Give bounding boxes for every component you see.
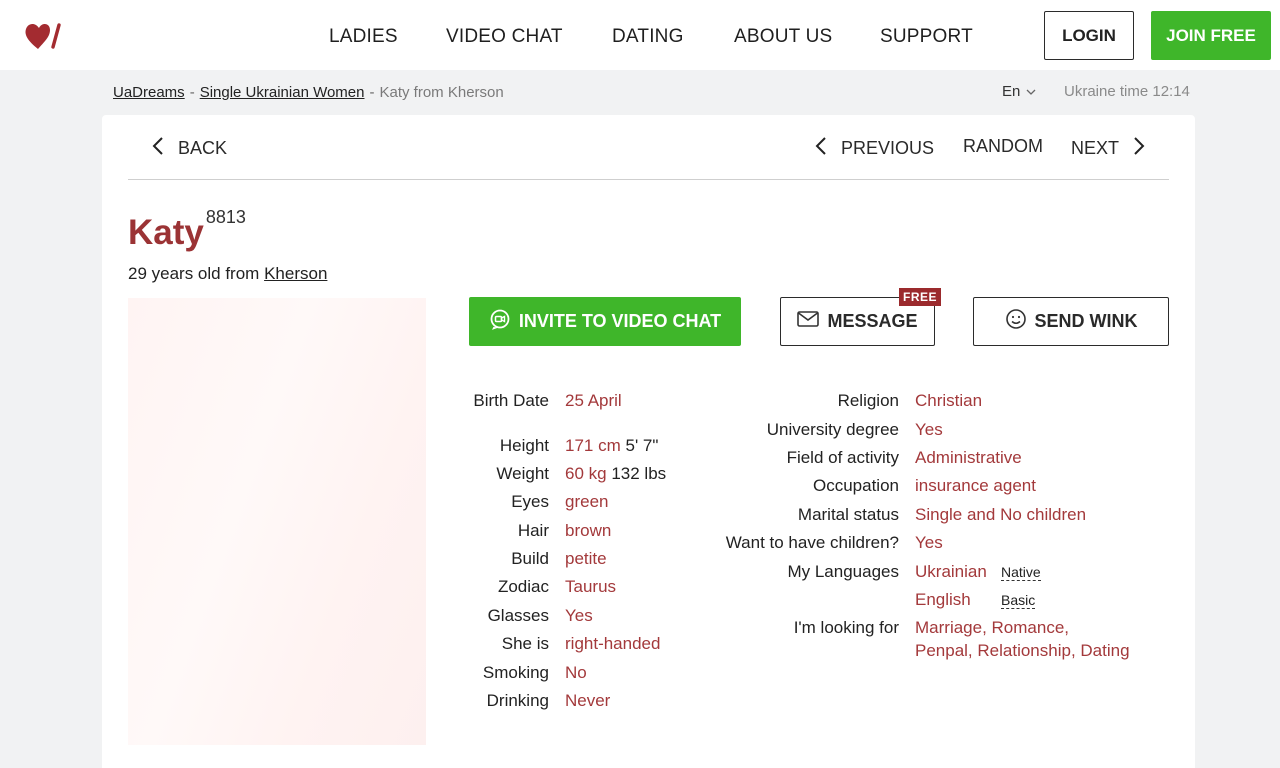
detail-label: Smoking: [482, 663, 549, 682]
detail-value: petite: [565, 549, 607, 568]
detail-label: Glasses: [487, 606, 549, 625]
detail-label: Height: [499, 436, 549, 455]
breadcrumb: UaDreams - Single Ukrainian Women - Katy fro…: [113, 84, 504, 101]
detail-label: Birth Date: [473, 391, 549, 410]
random-link[interactable]: RANDOM: [963, 136, 1043, 157]
profile-photo[interactable]: [128, 298, 426, 745]
breadcrumb-section-link[interactable]: Single Ukrainian Women: [200, 84, 365, 101]
breadcrumb-separator: -: [189, 84, 195, 101]
breadcrumb-separator: -: [369, 84, 375, 101]
chevron-left-icon: [152, 136, 164, 161]
detail-label: My Languages: [787, 562, 899, 581]
back-link[interactable]: BACK: [152, 136, 227, 161]
breadcrumb-home-link[interactable]: UaDreams: [113, 84, 185, 101]
previous-link[interactable]: PREVIOUS: [815, 136, 934, 161]
detail-value: Yes: [915, 533, 943, 552]
detail-label: Occupation: [813, 476, 899, 495]
detail-label: Drinking: [486, 691, 549, 710]
detail-value: right-handed: [565, 634, 661, 653]
detail-value: Marriage, Romance,: [915, 618, 1070, 637]
previous-label: PREVIOUS: [841, 138, 935, 158]
detail-label: University degree: [766, 420, 899, 439]
detail-label: Religion: [837, 391, 899, 410]
breadcrumb-current: Katy from Kherson: [379, 84, 504, 101]
chevron-left-icon: [815, 136, 827, 161]
detail-value: 60 kg 132 lbs: [565, 464, 667, 483]
heart-slash-logo-icon[interactable]: [24, 20, 64, 52]
free-badge: FREE: [899, 288, 942, 306]
profile-name: Katy 8813: [128, 207, 246, 253]
send-wink-button[interactable]: SEND WINK: [973, 297, 1169, 346]
detail-label: I'm looking for: [793, 618, 899, 637]
detail-value: green: [565, 492, 609, 511]
chevron-down-icon: [1026, 83, 1036, 100]
detail-label: Build: [511, 549, 549, 568]
detail-label: Eyes: [511, 492, 549, 511]
detail-label: Weight: [496, 464, 549, 483]
detail-value: Penpal, Relationship, Dating: [915, 641, 1130, 660]
language-selector[interactable]: En: [1002, 83, 1036, 100]
detail-value: insurance agent: [915, 476, 1036, 495]
detail-value: Never: [565, 691, 611, 710]
smile-icon: [1005, 308, 1027, 335]
profile-subline: 29 years old from Kherson: [128, 264, 327, 284]
divider: [128, 179, 1169, 180]
detail-value: Yes: [565, 606, 593, 625]
detail-value: No: [565, 663, 587, 682]
detail-value: English: [915, 590, 971, 609]
join-free-button[interactable]: JOIN FREE: [1151, 11, 1271, 60]
detail-value: 171 cm 5' 7": [565, 436, 659, 455]
detail-label: She is: [501, 634, 549, 653]
envelope-icon: [797, 311, 820, 332]
profile-id: 8813: [205, 207, 246, 228]
language-level[interactable]: Basic: [1001, 592, 1036, 609]
nav-support[interactable]: SUPPORT: [880, 26, 973, 48]
nav-video-chat[interactable]: VIDEO CHAT: [446, 26, 563, 48]
invite-video-chat-button[interactable]: INVITE TO VIDEO CHAT: [469, 297, 741, 346]
detail-label: Hair: [517, 521, 549, 540]
detail-label: Marital status: [797, 505, 899, 524]
site-header: LADIES VIDEO CHAT DATING ABOUT US SUPPOR…: [0, 0, 1280, 70]
chevron-right-icon: [1133, 136, 1145, 161]
message-label: MESSAGE: [827, 311, 918, 331]
detail-value: Christian: [915, 391, 983, 410]
language-label: En: [1002, 83, 1021, 100]
detail-value: Administrative: [915, 448, 1022, 467]
invite-label: INVITE TO VIDEO CHAT: [518, 311, 722, 331]
detail-value: brown: [565, 521, 612, 540]
nav-about-us[interactable]: ABOUT US: [734, 26, 832, 48]
wink-label: SEND WINK: [1034, 311, 1138, 331]
detail-label: Want to have children?: [725, 533, 899, 552]
city-link[interactable]: Kherson: [264, 264, 327, 283]
video-chat-icon: [489, 308, 511, 335]
detail-value: Single and No children: [915, 505, 1087, 524]
ukraine-time: Ukraine time 12:14: [1064, 83, 1190, 100]
detail-value: Yes: [915, 420, 943, 439]
detail-value: Ukrainian: [915, 562, 987, 581]
login-button[interactable]: LOGIN: [1044, 11, 1134, 60]
next-label: NEXT: [1071, 138, 1120, 158]
profile-card: BACK PREVIOUS RANDOM NEXT Katy 8813 29 ye…: [102, 115, 1195, 768]
detail-value: 25 April: [565, 391, 622, 410]
detail-label: Field of activity: [786, 448, 899, 467]
profile-name-text: Katy: [128, 213, 204, 252]
language-level[interactable]: Native: [1001, 564, 1041, 581]
detail-label: Zodiac: [497, 577, 549, 596]
nav-ladies[interactable]: LADIES: [329, 26, 398, 48]
next-link[interactable]: NEXT: [1071, 136, 1145, 161]
random-label: RANDOM: [963, 136, 1043, 156]
age-text: 29 years old from: [128, 264, 260, 283]
nav-dating[interactable]: DATING: [612, 26, 684, 48]
back-label: BACK: [178, 138, 228, 158]
detail-value: Taurus: [565, 577, 617, 596]
